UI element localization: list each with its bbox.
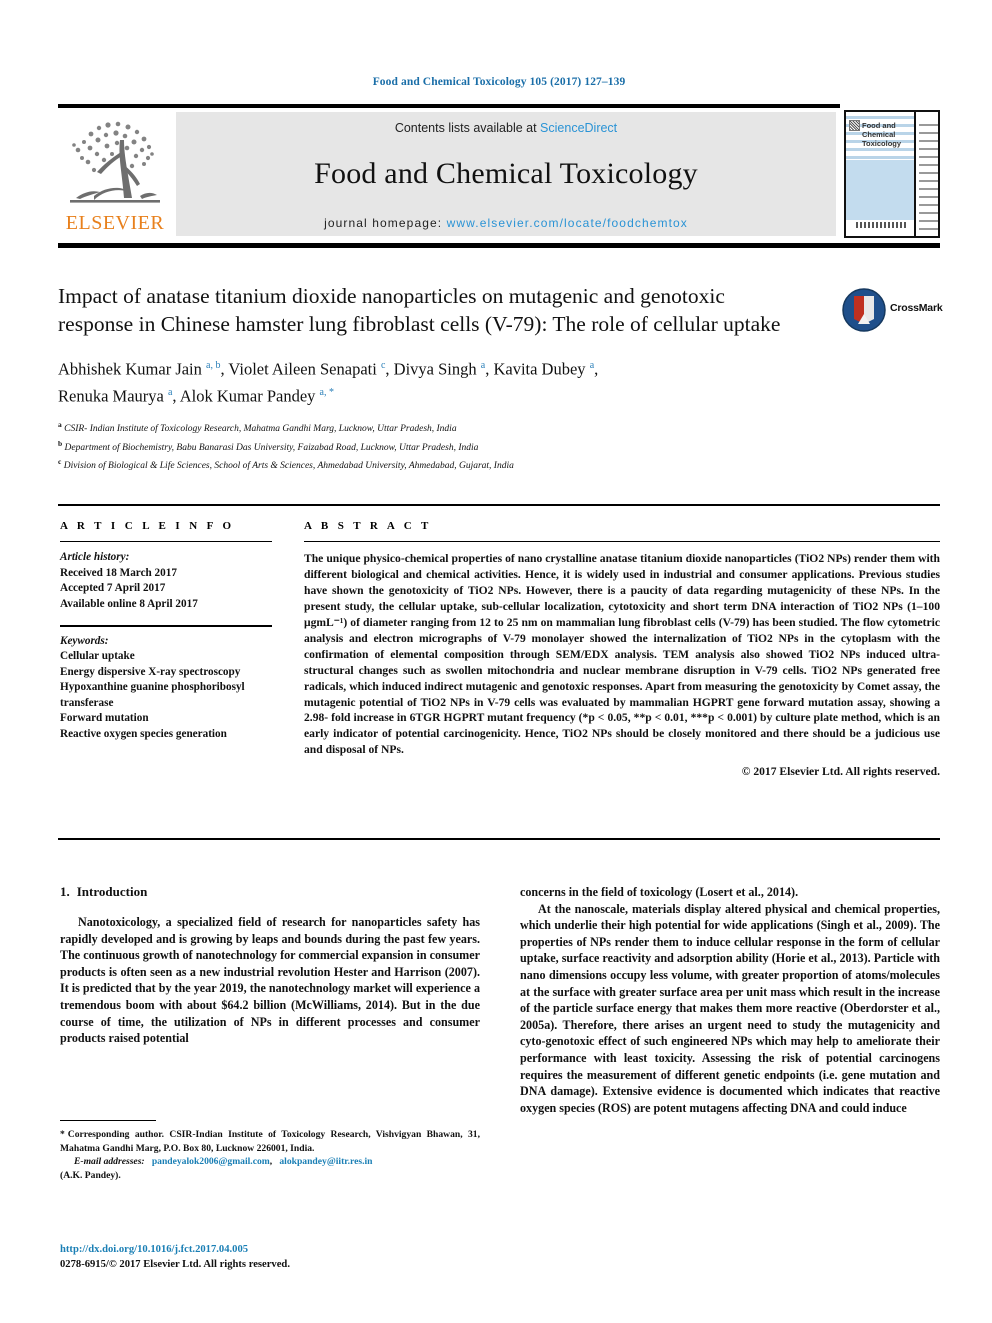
paper-page: Food and Chemical Toxicology 105 (2017) … bbox=[58, 0, 943, 1323]
article-history-label: Article history: bbox=[60, 551, 130, 564]
journal-title: Food and Chemical Toxicology bbox=[314, 157, 698, 190]
affiliation-c: c Division of Biological & Life Sciences… bbox=[58, 455, 940, 474]
author-affil-mark: c bbox=[380, 360, 386, 371]
cover-front: Food and Chemical Toxicology bbox=[846, 112, 914, 236]
affiliation-text: CSIR- Indian Institute of Toxicology Res… bbox=[64, 424, 457, 435]
author-affil-mark: a bbox=[480, 360, 486, 371]
footnote-rule bbox=[60, 1120, 156, 1122]
article-info-divider bbox=[60, 541, 272, 543]
intro-paragraph-left: Nanotoxicology, a specialized field of r… bbox=[60, 915, 480, 1046]
cover-footer-text bbox=[856, 222, 906, 228]
keywords-group: Keywords: Cellular uptake Energy dispers… bbox=[60, 634, 272, 743]
keyword-item: Hypoxanthine guanine phosphoribosyl tran… bbox=[60, 681, 245, 709]
journal-masthead: ELSEVIER Contents lists available at Sci… bbox=[58, 110, 940, 240]
author-line-2: Renuka Maurya a, Alok Kumar Pandey a, * bbox=[58, 386, 334, 405]
author-affil-mark: a, * bbox=[319, 386, 334, 398]
masthead-banner: Contents lists available at ScienceDirec… bbox=[176, 112, 836, 236]
crossmark-icon bbox=[842, 288, 886, 332]
affiliation-mark: c bbox=[58, 457, 62, 467]
keyword-item: Forward mutation bbox=[60, 712, 149, 725]
affiliation-text: Division of Biological & Life Sciences, … bbox=[63, 461, 514, 472]
author-affil-mark: a bbox=[589, 360, 595, 371]
footnote-area: * Corresponding author. CSIR-Indian Insti… bbox=[60, 1120, 480, 1182]
section-heading-introduction: 1. Introduction bbox=[60, 884, 480, 900]
history-received: Received 18 March 2017 bbox=[60, 566, 177, 579]
author-line-1: Abhishek Kumar Jain a, b, Violet Aileen … bbox=[58, 359, 599, 379]
cover-color-block bbox=[846, 160, 914, 220]
affiliation-text: Department of Biochemistry, Babu Banaras… bbox=[64, 442, 479, 453]
intro-paragraph-right-2: At the nanoscale, materials display alte… bbox=[520, 901, 940, 1115]
journal-cover-thumbnail[interactable]: Food and Chemical Toxicology bbox=[844, 110, 940, 238]
corresponding-author-text: Corresponding author. CSIR-Indian Instit… bbox=[60, 1129, 480, 1154]
abstract-column: A B S T R A C T The unique physico-chemi… bbox=[304, 520, 940, 778]
elsevier-wordmark: ELSEVIER bbox=[65, 212, 165, 234]
author-list: Abhishek Kumar Jain a, b, Violet Aileen … bbox=[58, 354, 940, 407]
keywords-divider bbox=[60, 625, 272, 627]
abstract-heading: A B S T R A C T bbox=[304, 520, 432, 532]
email-attribution: (A.K. Pandey). bbox=[60, 1169, 121, 1181]
elsevier-logo: ELSEVIER bbox=[60, 110, 170, 238]
article-info-column: A R T I C L E I N F O Article history: R… bbox=[60, 520, 272, 742]
contents-prefix: Contents lists available at bbox=[394, 121, 541, 135]
keyword-item: Cellular uptake bbox=[60, 650, 135, 663]
cover-spine bbox=[914, 112, 938, 236]
masthead-bottom-rule bbox=[58, 243, 940, 248]
keyword-item: Reactive oxygen species generation bbox=[60, 727, 227, 740]
section-title: Introduction bbox=[76, 884, 148, 899]
history-accepted: Accepted 7 April 2017 bbox=[60, 582, 166, 595]
crossmark-badge[interactable]: CrossMark bbox=[842, 288, 943, 338]
history-available-online: Available online 8 April 2017 bbox=[60, 597, 198, 610]
keywords-label: Keywords: bbox=[60, 634, 109, 647]
contents-list-line: Contents lists available at ScienceDirec… bbox=[176, 112, 836, 135]
affiliation-mark: b bbox=[58, 438, 63, 448]
email-link-2[interactable]: alokpandey@iitr.res.in bbox=[279, 1156, 372, 1167]
corresponding-author-note: * Corresponding author. CSIR-Indian Insti… bbox=[60, 1128, 480, 1155]
affiliation-b: b Department of Biochemistry, Babu Banar… bbox=[58, 437, 940, 456]
journal-homepage-line: journal homepage: www.elsevier.com/locat… bbox=[176, 216, 836, 230]
section-number: 1. bbox=[60, 884, 70, 899]
body-columns: 1. Introduction Nanotoxicology, a special… bbox=[58, 884, 940, 1264]
crossmark-label: CrossMark bbox=[890, 302, 943, 314]
sciencedirect-link[interactable]: ScienceDirect bbox=[540, 121, 617, 135]
article-history-group: Article history: Received 18 March 2017 … bbox=[60, 550, 272, 612]
elsevier-tree-icon bbox=[70, 121, 160, 203]
info-bottom-rule bbox=[58, 838, 940, 841]
affiliation-list: a CSIR- Indian Institute of Toxicology R… bbox=[58, 418, 940, 474]
affiliation-a: a CSIR- Indian Institute of Toxicology R… bbox=[58, 418, 940, 437]
homepage-prefix: journal homepage: bbox=[324, 216, 447, 230]
email-note: E-mail addresses: pandeyalok2006@gmail.c… bbox=[60, 1156, 373, 1181]
article-info-heading: A R T I C L E I N F O bbox=[60, 520, 235, 532]
cover-thumbnail-image bbox=[849, 120, 860, 131]
title-block: CrossMark Impact of anatase titanium dio… bbox=[58, 282, 943, 474]
intro-paragraph-right-1: concerns in the field of toxicology (Los… bbox=[520, 885, 799, 899]
masthead-top-rule bbox=[58, 104, 840, 108]
abstract-copyright: © 2017 Elsevier Ltd. All rights reserved… bbox=[741, 765, 940, 779]
email-label: E-mail addresses: bbox=[74, 1156, 145, 1168]
email-link-1[interactable]: pandeyalok2006@gmail.com bbox=[152, 1156, 270, 1167]
cover-title-text: Food and Chemical Toxicology bbox=[862, 121, 902, 148]
keyword-item: Energy dispersive X-ray spectroscopy bbox=[60, 665, 241, 678]
homepage-url-link[interactable]: www.elsevier.com/locate/foodchemtox bbox=[447, 216, 688, 230]
affiliation-mark: a bbox=[58, 420, 62, 429]
body-column-right: concerns in the field of toxicology (Los… bbox=[520, 884, 940, 1116]
footnote-asterisk: * bbox=[60, 1129, 65, 1141]
page-title: Impact of anatase titanium dioxide nanop… bbox=[58, 284, 781, 336]
author-affil-mark: a, b bbox=[206, 360, 221, 371]
running-head: Food and Chemical Toxicology 105 (2017) … bbox=[372, 76, 626, 88]
abstract-text: The unique physico-chemical properties o… bbox=[304, 552, 940, 757]
issn-copyright: 0278-6915/© 2017 Elsevier Ltd. All right… bbox=[60, 1259, 290, 1270]
author-affil-mark: a bbox=[167, 386, 173, 398]
body-column-left: 1. Introduction Nanotoxicology, a special… bbox=[60, 884, 480, 1047]
abstract-divider bbox=[304, 541, 940, 543]
footer-block: http://dx.doi.org/10.1016/j.fct.2017.04.… bbox=[60, 1242, 480, 1272]
doi-link[interactable]: http://dx.doi.org/10.1016/j.fct.2017.04.… bbox=[60, 1242, 480, 1257]
info-top-rule bbox=[58, 504, 940, 507]
